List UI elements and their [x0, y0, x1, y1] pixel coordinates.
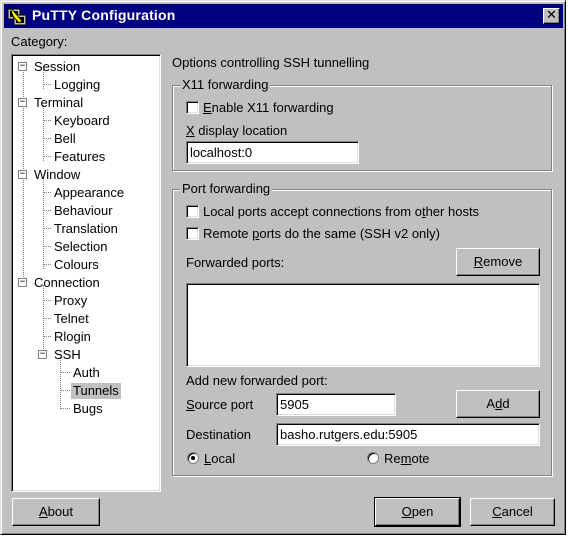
open-button[interactable]: Open [374, 497, 461, 527]
tree-connector [43, 210, 51, 211]
tree-connector [60, 357, 61, 409]
tree-connector [43, 246, 51, 247]
tree-connector [43, 84, 51, 85]
local-radio[interactable] [187, 452, 199, 464]
title-bar[interactable]: PuTTY Configuration ✕ [4, 4, 563, 28]
forwarded-ports-label: Forwarded ports: [186, 255, 285, 270]
tree-connector [60, 408, 70, 409]
tree-connector [43, 228, 51, 229]
enable-x11-label[interactable]: Enable X11 forwarding [203, 100, 334, 115]
tree-item-ssh[interactable]: SSH [52, 347, 83, 363]
x-display-location-label: X display location [186, 123, 288, 138]
about-button[interactable]: About [12, 498, 100, 526]
tree-item-bugs[interactable]: Bugs [71, 401, 105, 417]
tree-connector [43, 285, 44, 355]
tree-connector [43, 105, 44, 161]
tree-item-auth[interactable]: Auth [71, 365, 102, 381]
tree-item-tunnels[interactable]: Tunnels [71, 383, 121, 399]
tree-connector [43, 264, 51, 265]
close-icon: ✕ [546, 8, 557, 23]
tree-item-behaviour[interactable]: Behaviour [52, 203, 115, 219]
tree-item-bell[interactable]: Bell [52, 131, 78, 147]
remote-ports-same-label[interactable]: Remote ports do the same (SSH v2 only) [203, 226, 440, 241]
tree-item-proxy[interactable]: Proxy [52, 293, 89, 309]
forwarded-ports-list[interactable] [186, 283, 540, 367]
tree-connector [43, 318, 51, 319]
source-port-input[interactable]: 5905 [276, 393, 396, 416]
putty-app-icon [7, 6, 27, 26]
local-ports-accept-checkbox[interactable] [186, 205, 199, 218]
tree-connector [43, 192, 51, 193]
tree-item-features[interactable]: Features [52, 149, 107, 165]
radio-selected-dot [191, 456, 195, 460]
tree-item-window[interactable]: Window [32, 167, 82, 183]
tree-item-telnet[interactable]: Telnet [52, 311, 91, 327]
window-title: PuTTY Configuration [32, 7, 176, 23]
local-radio-label[interactable]: Local [204, 451, 235, 466]
tree-item-logging[interactable]: Logging [52, 77, 102, 93]
tree-item-keyboard[interactable]: Keyboard [52, 113, 112, 129]
tree-connector [43, 177, 44, 269]
add-new-port-label: Add new forwarded port: [186, 373, 328, 388]
x11-group-title: X11 forwarding [180, 77, 271, 92]
tree-connector [43, 300, 51, 301]
tree-item-colours[interactable]: Colours [52, 257, 101, 273]
remote-radio[interactable] [367, 452, 379, 464]
x-display-location-input[interactable]: localhost:0 [186, 141, 359, 164]
expander-session[interactable]: − [18, 62, 27, 71]
tree-connector [60, 372, 70, 373]
expander-terminal[interactable]: − [18, 98, 27, 107]
port-group-title: Port forwarding [180, 181, 273, 196]
source-port-label: Source port [186, 397, 254, 412]
tree-item-appearance[interactable]: Appearance [52, 185, 126, 201]
expander-ssh[interactable]: − [38, 350, 47, 359]
tree-item-selection[interactable]: Selection [52, 239, 109, 255]
tree-item-translation[interactable]: Translation [52, 221, 120, 237]
expander-connection[interactable]: − [18, 278, 27, 287]
destination-label: Destination [186, 427, 252, 442]
tree-connector [43, 156, 51, 157]
local-ports-accept-label[interactable]: Local ports accept connections from othe… [203, 204, 479, 219]
enable-x11-checkbox[interactable] [186, 101, 199, 114]
destination-input[interactable]: basho.rutgers.edu:5905 [276, 423, 540, 446]
remove-button[interactable]: Remove [456, 248, 540, 276]
category-label: Category: [11, 34, 68, 49]
add-button[interactable]: Add [456, 390, 540, 418]
remote-ports-same-checkbox[interactable] [186, 227, 199, 240]
tree-item-terminal[interactable]: Terminal [32, 95, 85, 111]
panel-heading: Options controlling SSH tunnelling [172, 55, 370, 70]
tree-item-connection[interactable]: Connection [32, 275, 102, 291]
putty-config-window: PuTTY Configuration ✕ Category: − − − − … [0, 0, 566, 535]
category-tree[interactable]: − − − − − Session Logging Terminal Keybo… [11, 54, 161, 492]
cancel-button[interactable]: Cancel [470, 498, 555, 526]
tree-connector [43, 336, 51, 337]
tree-item-session[interactable]: Session [32, 59, 82, 75]
close-button[interactable]: ✕ [543, 8, 560, 24]
remote-radio-label[interactable]: Remote [384, 451, 430, 466]
tree-item-rlogin[interactable]: Rlogin [52, 329, 93, 345]
tree-connector [43, 138, 51, 139]
expander-window[interactable]: − [18, 170, 27, 179]
tree-connector [43, 120, 51, 121]
tree-connector [60, 390, 70, 391]
